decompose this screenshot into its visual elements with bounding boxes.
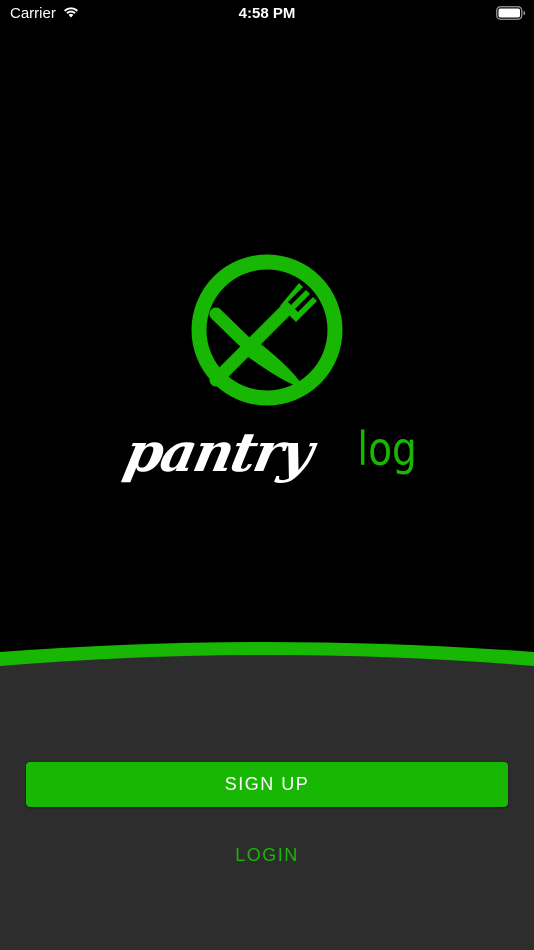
pantrylog-logo: pantry log [119,248,420,488]
wordmark-log: log [357,422,417,476]
login-button[interactable]: LOGIN [0,845,534,866]
signup-button[interactable]: SIGN UP [26,762,508,807]
wordmark-pantry: pantry [119,420,318,484]
status-bar: Carrier 4:58 PM [0,0,534,28]
status-time: 4:58 PM [238,5,296,22]
battery-icon [496,6,526,25]
